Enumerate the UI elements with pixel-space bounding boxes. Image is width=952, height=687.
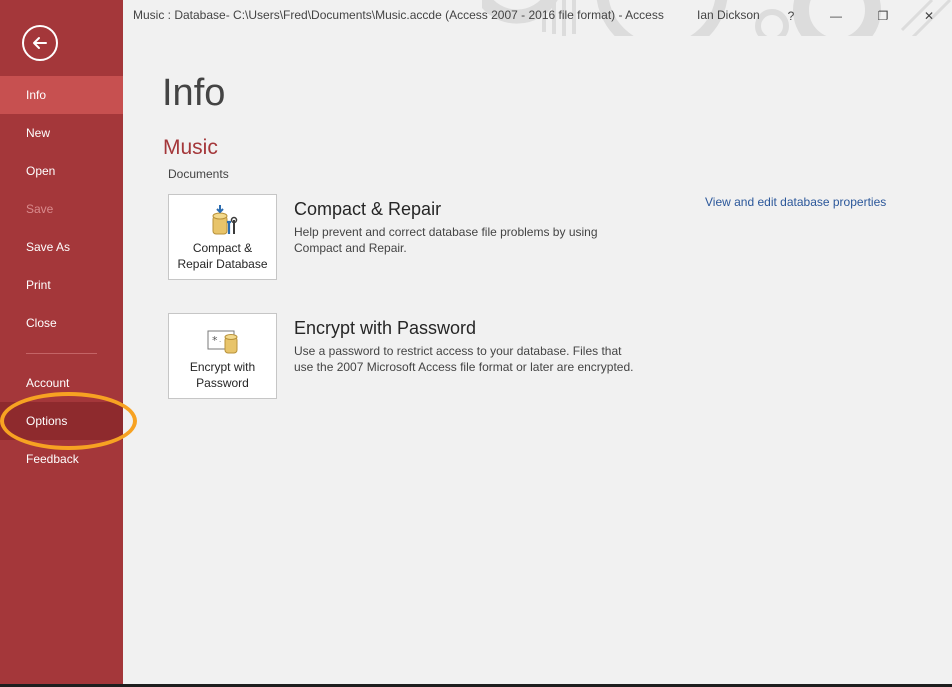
back-button[interactable] [22,25,58,61]
database-properties-link[interactable]: View and edit database properties [705,195,886,209]
svg-text:*: * [212,334,218,347]
sidebar-item-options[interactable]: Options [0,402,123,440]
back-arrow-icon [33,37,47,49]
close-window-button[interactable]: ✕ [906,0,952,32]
encrypt-password-heading: Encrypt with Password [294,318,477,338]
compact-repair-tile-label: Compact & Repair Database [177,241,268,271]
compact-repair-icon [212,205,238,235]
compact-repair-heading: Compact & Repair [294,199,442,219]
svg-text:.: . [219,336,221,344]
sidebar-item-save: Save [26,202,54,216]
window-title: Music : Database- C:\Users\Fred\Document… [133,8,664,22]
sidebar-item-print[interactable]: Print [0,266,123,304]
sidebar-item-close[interactable]: Close [0,304,123,342]
sidebar-divider [26,353,97,354]
encrypt-password-description: Use a password to restrict access to you… [294,344,634,374]
sidebar-item-save-as[interactable]: Save As [0,228,123,266]
sidebar-item-open[interactable]: Open [0,152,123,190]
sidebar-item-info[interactable]: Info [0,76,123,114]
encrypt-password-tile-label: Encrypt with Password [189,360,256,390]
help-button[interactable]: ? [768,0,814,32]
encrypt-password-button[interactable]: * . Encrypt with Password [168,313,277,399]
sidebar-item-new[interactable]: New [0,114,123,152]
minimize-button[interactable]: — [813,0,859,32]
database-name: Music [163,136,218,159]
compact-repair-button[interactable]: Compact & Repair Database [168,194,277,280]
compact-repair-description: Help prevent and correct database file p… [294,225,598,255]
backstage-sidebar: Info New Open Save Save As Print Close A… [0,0,123,687]
database-location: Documents [168,167,229,181]
encrypt-password-icon: * . [207,330,238,354]
restore-button[interactable]: ❐ [860,0,906,32]
page-title: Info [162,72,226,114]
sidebar-item-feedback[interactable]: Feedback [0,440,123,478]
signed-in-user[interactable]: Ian Dickson [697,8,760,22]
sidebar-item-account[interactable]: Account [0,364,123,402]
